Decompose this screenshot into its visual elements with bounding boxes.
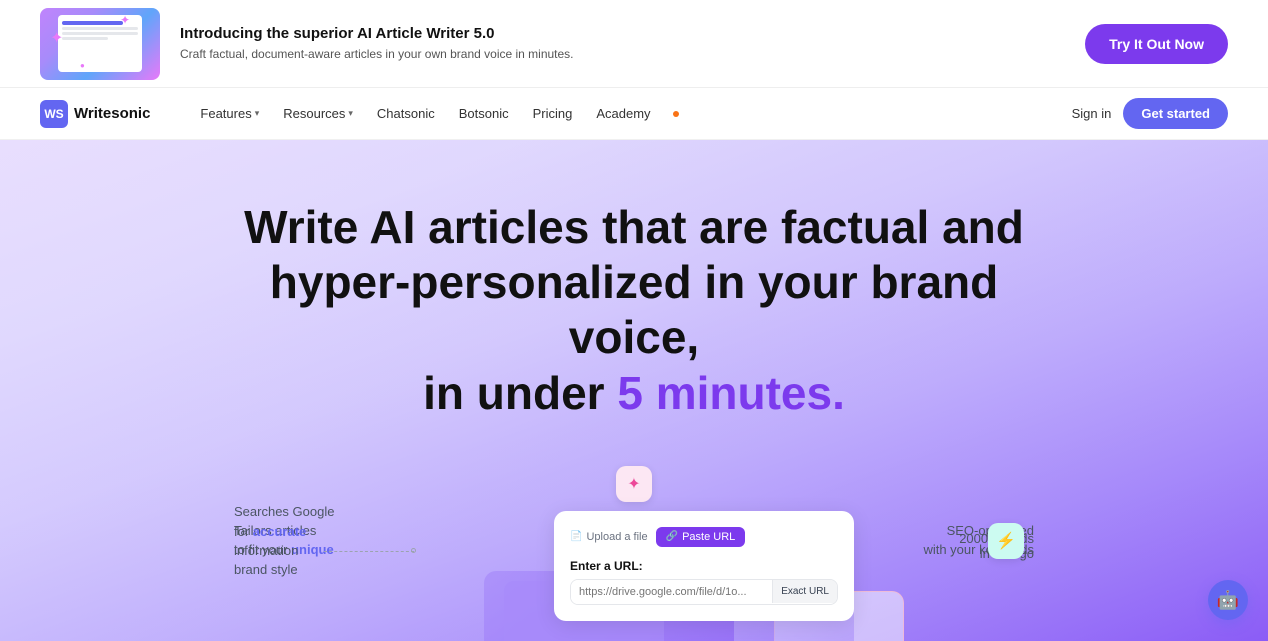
- hero-title-line1: Write AI articles that are factual and: [244, 201, 1024, 253]
- tab-paste-url[interactable]: 🔗 Paste URL: [656, 527, 746, 547]
- announcement-banner: ✦ ✦ ● Introducing the superior AI Articl…: [0, 0, 1268, 88]
- hero-title: Write AI articles that are factual and h…: [234, 200, 1034, 421]
- url-type-button[interactable]: Exact URL: [772, 580, 837, 603]
- url-card-wrapper: 📄 Upload a file 🔗 Paste URL Enter a URL:…: [474, 491, 794, 601]
- decoration-star-right: ✦: [120, 13, 130, 27]
- banner-product-image: ✦ ✦ ●: [40, 8, 160, 80]
- navbar: WS Writesonic Features ▾ Resources ▾ Cha…: [0, 88, 1268, 140]
- link-icon: 🔗: [666, 531, 678, 542]
- sign-in-button[interactable]: Sign in: [1072, 106, 1112, 121]
- hero-title-line2: hyper-personalized in your brand voice,: [270, 256, 998, 363]
- url-input-field[interactable]: [571, 580, 772, 604]
- nav-academy-label: Academy: [596, 106, 650, 121]
- nav-links: Features ▾ Resources ▾ Chatsonic Botsoni…: [190, 100, 1071, 127]
- url-input-row: Exact URL: [570, 579, 838, 605]
- lightning-icon: ⚡: [996, 531, 1016, 551]
- nav-item-academy[interactable]: Academy: [586, 100, 660, 127]
- chat-widget-button[interactable]: 🤖: [1208, 580, 1248, 620]
- logo[interactable]: WS Writesonic: [40, 100, 150, 128]
- chat-bot-icon: 🤖: [1217, 590, 1239, 611]
- url-input-card: 📄 Upload a file 🔗 Paste URL Enter a URL:…: [554, 511, 854, 621]
- floater-icon-right: ⚡: [988, 523, 1024, 559]
- decoration-star-left: ✦: [50, 28, 63, 48]
- hero-demo-area: Tailors articles to fit your unique bran…: [40, 481, 1228, 601]
- nav-actions: Sign in Get started: [1072, 98, 1228, 129]
- nav-resources-label: Resources: [283, 106, 345, 121]
- hero-title-highlight: 5 minutes.: [617, 367, 845, 419]
- tab-upload-file[interactable]: 📄 Upload a file: [570, 527, 648, 547]
- nav-features-label: Features: [200, 106, 251, 121]
- accurate-text: accurate: [253, 524, 306, 539]
- nav-item-chatsonic[interactable]: Chatsonic: [367, 100, 445, 127]
- url-field-label: Enter a URL:: [570, 559, 838, 573]
- banner-cta-button[interactable]: Try It Out Now: [1085, 24, 1228, 64]
- nav-pricing-label: Pricing: [533, 106, 573, 121]
- nav-item-features[interactable]: Features ▾: [190, 100, 269, 127]
- nav-botsonic-label: Botsonic: [459, 106, 509, 121]
- nav-notification-dot: [673, 111, 679, 117]
- hero-section: Write AI articles that are factual and h…: [0, 140, 1268, 641]
- feature-google: Searches Google for accurate information: [234, 502, 334, 561]
- chevron-down-icon: ▾: [348, 108, 353, 119]
- hero-title-line3: in under: [423, 367, 617, 419]
- logo-icon: WS: [40, 100, 68, 128]
- nav-chatsonic-label: Chatsonic: [377, 106, 435, 121]
- nav-item-resources[interactable]: Resources ▾: [273, 100, 363, 127]
- nav-item-pricing[interactable]: Pricing: [523, 100, 583, 127]
- banner-subtext: Craft factual, document-aware articles i…: [180, 46, 1065, 63]
- demo-container: Tailors articles to fit your unique bran…: [184, 481, 1084, 601]
- banner-text-block: Introducing the superior AI Article Writ…: [180, 25, 1065, 63]
- file-icon: 📄: [570, 531, 582, 542]
- get-started-button[interactable]: Get started: [1123, 98, 1228, 129]
- chevron-down-icon: ▾: [255, 108, 260, 119]
- decoration-star-bottom: ●: [80, 61, 85, 70]
- banner-headline: Introducing the superior AI Article Writ…: [180, 25, 1065, 42]
- nav-item-botsonic[interactable]: Botsonic: [449, 100, 519, 127]
- url-card-tabs: 📄 Upload a file 🔗 Paste URL: [570, 527, 838, 547]
- logo-text: Writesonic: [74, 105, 150, 122]
